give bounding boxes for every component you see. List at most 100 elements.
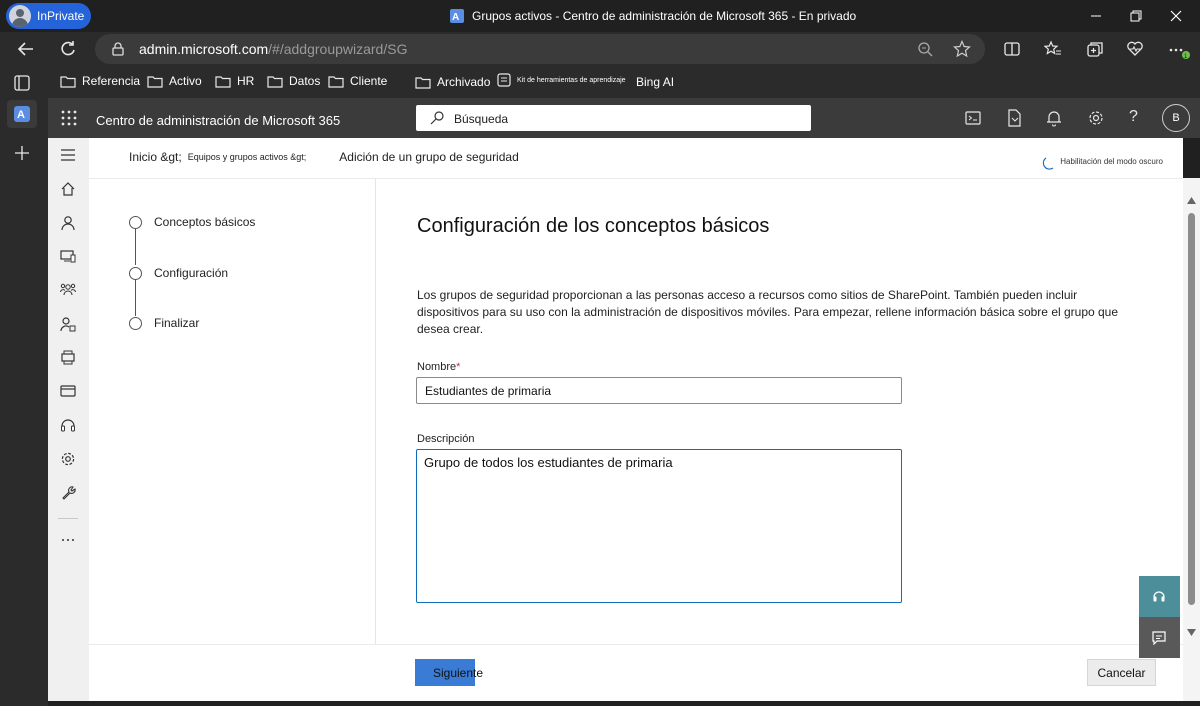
header-divider [89,178,1183,179]
more-options-icon[interactable]: 1 [1168,40,1192,60]
favorite-item[interactable]: Referencia [60,74,140,88]
folder-icon [267,76,283,88]
wizard-step-basics[interactable]: Conceptos básicos [129,215,255,229]
browser-essentials-icon[interactable] [1126,40,1144,58]
steps-divider [375,179,376,644]
inprivate-badge[interactable]: InPrivate [6,3,91,29]
form-description: Los grupos de seguridad proporcionan a l… [417,288,1119,336]
support-headset-icon[interactable] [60,417,76,433]
favorite-item[interactable]: HR [215,74,254,88]
breadcrumb-home[interactable]: Inicio &gt; [129,150,182,164]
back-arrow-icon[interactable] [16,39,36,59]
group-description-textarea[interactable]: Grupo de todos los estudiantes de primar… [416,449,902,603]
address-bar[interactable]: admin.microsoft.com/#/addgroupwizard/SG [95,34,985,64]
required-mark: * [456,361,461,373]
favorite-item[interactable]: Datos [267,74,320,88]
folder-icon [147,76,163,88]
favorite-item[interactable]: Bing AI [636,75,674,89]
split-screen-icon[interactable] [1003,40,1021,58]
url-path: /#/addgroupwizard/SG [268,41,408,57]
favorite-label: Cliente [350,74,388,88]
nav-divider [58,518,78,519]
breadcrumb-groups[interactable]: Equipos y grupos activos &gt; [188,152,307,162]
vertical-tab-strip: A [0,66,48,706]
devices-icon[interactable] [60,248,76,264]
svg-text:A: A [452,12,459,23]
settings-icon[interactable] [60,451,76,467]
favorite-item[interactable]: Kit de herramientas de aprendizaje [497,73,626,87]
users-icon[interactable] [60,215,76,231]
name-label: Nombre* [417,361,460,373]
home-icon[interactable] [60,181,76,197]
admin-tab-icon: A [14,106,30,122]
cancel-button[interactable]: Cancelar [1087,659,1156,686]
favorite-item[interactable]: Cliente [328,74,387,88]
favorite-label: Archivado [437,75,491,89]
help-support-button[interactable] [1139,576,1180,617]
favorites-icon[interactable] [1044,40,1062,58]
headset-icon [1152,589,1166,603]
favorite-item[interactable]: Activo [147,74,202,88]
page-scrollbar[interactable] [1183,178,1200,701]
settings-gear-icon[interactable] [1087,109,1105,127]
app-launcher-icon[interactable] [61,110,77,126]
user-avatar[interactable]: B [1162,104,1190,132]
scrollbar-thumb[interactable] [1188,213,1195,605]
wizard-step-configuration[interactable]: Configuración [129,266,228,280]
notifications-bell-icon[interactable] [1046,109,1062,127]
dark-mode-label: Habilitación del modo oscuro [1060,156,1163,166]
document-icon[interactable] [1006,109,1022,127]
new-tab-icon[interactable] [13,144,31,162]
close-icon[interactable] [1168,8,1184,24]
feedback-button[interactable] [1139,617,1180,658]
step-label: Finalizar [154,316,200,330]
favorite-item[interactable]: Archivado [415,75,490,89]
tab-actions-icon[interactable] [13,74,31,92]
minimize-icon[interactable] [1088,8,1104,24]
roles-icon[interactable] [60,316,76,332]
favorite-star-icon[interactable] [953,40,971,58]
url-host: admin.microsoft.com [139,41,269,57]
next-button[interactable]: Siguiente [415,659,483,686]
more-ellipsis-icon[interactable] [60,532,76,548]
restore-icon[interactable] [1128,8,1144,24]
chat-feedback-icon [1152,631,1166,645]
scroll-down-icon[interactable] [1187,629,1196,636]
scroll-up-icon[interactable] [1187,197,1196,204]
folder-icon [60,76,76,88]
search-input[interactable]: Búsqueda [416,105,811,131]
wizard-step-finish[interactable]: Finalizar [129,316,199,330]
step-label: Conceptos básicos [154,215,256,229]
favorites-bar: Referencia Activo HR Datos Cliente Archi… [48,66,1200,98]
group-name-input[interactable] [416,377,902,404]
billing-icon[interactable] [60,383,76,399]
main-content: Inicio &gt; Equipos y grupos activos &gt… [89,138,1183,701]
breadcrumb-current: Adición de un grupo de seguridad [339,150,519,164]
teams-groups-icon[interactable] [60,282,76,298]
terminal-icon[interactable] [965,110,981,126]
learning-toolkit-icon [497,73,511,87]
dark-mode-toggle[interactable]: Habilitación del modo oscuro [1040,150,1163,172]
collections-icon[interactable] [1086,40,1104,58]
menu-hamburger-icon[interactable] [60,147,76,163]
url-text[interactable]: admin.microsoft.com/#/addgroupwizard/SG [139,41,407,57]
page-title: Configuración de los conceptos básicos [417,215,770,237]
zoom-icon[interactable] [917,41,933,57]
help-question-icon[interactable]: ? [1129,108,1138,126]
resources-icon[interactable] [60,349,76,365]
tab-admin-center[interactable]: A [7,100,37,128]
favorite-label: Bing AI [636,75,675,89]
window-title-text: Grupos activos - Centro de administració… [472,9,857,23]
admin-logo-icon: A [450,9,464,23]
lock-icon[interactable] [111,42,125,56]
refresh-icon[interactable] [58,39,78,59]
admin-left-nav [48,138,89,701]
step-circle-icon [129,215,142,229]
search-icon [430,111,444,125]
step-connector [135,229,136,265]
setup-wrench-icon[interactable] [60,485,76,501]
step-connector [135,280,136,316]
step-circle-icon [129,266,142,280]
description-label: Descripción [417,433,475,445]
step-label: Configuración [154,266,229,280]
